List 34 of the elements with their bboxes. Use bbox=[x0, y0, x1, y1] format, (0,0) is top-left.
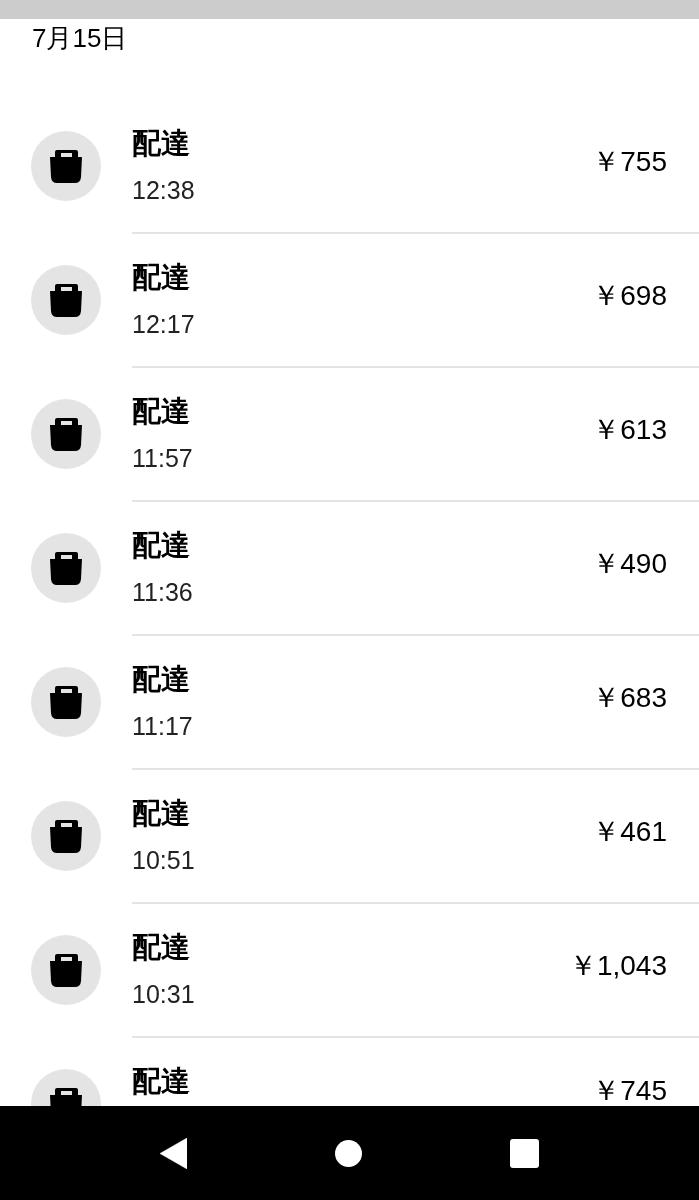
transaction-title: 配達 bbox=[132, 126, 190, 161]
transaction-title: 配達 bbox=[132, 930, 190, 965]
transaction-amount: ￥745 bbox=[592, 1074, 667, 1105]
transaction-amount: ￥613 bbox=[592, 413, 667, 447]
transaction-amount: ￥461 bbox=[592, 815, 667, 849]
transaction-time: 10:51 bbox=[132, 846, 195, 874]
transaction-amount: ￥698 bbox=[592, 279, 667, 313]
transaction-time: 11:57 bbox=[132, 444, 193, 472]
transaction-time: 11:17 bbox=[132, 712, 193, 740]
bag-icon bbox=[31, 399, 101, 469]
bag-icon bbox=[31, 533, 101, 603]
date-header: 7月15日 bbox=[32, 22, 128, 55]
transaction-time: 11:36 bbox=[132, 578, 193, 606]
transaction-time: 12:38 bbox=[132, 176, 195, 204]
transaction-amount: ￥755 bbox=[592, 145, 667, 179]
transaction-title: 配達 bbox=[132, 528, 190, 563]
transaction-title: 配達 bbox=[132, 796, 190, 831]
bag-icon bbox=[31, 935, 101, 1005]
recents-icon[interactable] bbox=[510, 1138, 539, 1168]
transaction-title: 配達 bbox=[132, 1064, 190, 1099]
transaction-title: 配達 bbox=[132, 394, 190, 429]
home-icon[interactable] bbox=[335, 1139, 362, 1167]
back-icon[interactable] bbox=[160, 1137, 187, 1169]
bag-icon bbox=[31, 801, 101, 871]
transaction-amount: ￥1,043 bbox=[568, 949, 667, 983]
transaction-time: 10:31 bbox=[132, 980, 195, 1008]
transaction-time: 12:17 bbox=[132, 310, 195, 338]
bag-icon bbox=[31, 667, 101, 737]
transaction-title: 配達 bbox=[132, 260, 190, 295]
bag-icon bbox=[31, 265, 101, 335]
transaction-amount: ￥490 bbox=[592, 547, 667, 581]
transaction-title: 配達 bbox=[132, 662, 190, 697]
transaction-amount: ￥683 bbox=[592, 681, 667, 715]
bag-icon bbox=[31, 131, 101, 201]
